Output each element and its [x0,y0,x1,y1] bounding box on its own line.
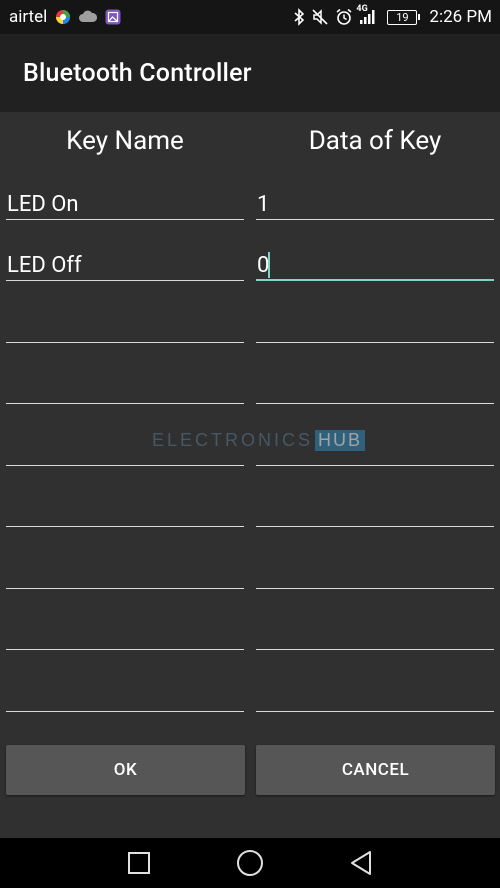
key-name-field[interactable] [6,620,245,650]
key-name-input[interactable] [6,560,245,588]
battery-icon: 19 [387,9,421,25]
key-data-field[interactable] [256,374,495,404]
back-triangle-icon[interactable] [341,843,381,883]
watermark-logo: ELECTRONICS HUB [152,430,366,451]
key-data-input[interactable] [256,683,495,711]
key-table: Key Name Data of Key LED On 1 LED Off 0 … [0,112,500,838]
key-name-input[interactable] [6,191,245,219]
battery-level: 19 [396,10,409,24]
key-data-input[interactable] [256,621,495,649]
cloud-icon [79,10,98,24]
key-name-field[interactable] [6,190,245,220]
mute-icon [311,8,329,26]
key-name-field[interactable] [6,374,245,404]
key-data-input[interactable] [256,375,495,403]
signal-icon: 4G [356,4,377,25]
key-data-field-focused[interactable] [256,251,495,281]
network-type-label: 4G [356,4,368,14]
text-cursor [268,252,270,278]
data-of-key-header: Data of Key [308,126,442,156]
key-name-field[interactable] [6,559,245,589]
key-name-input[interactable] [6,683,245,711]
alarm-icon [335,8,353,26]
key-name-header: Key Name [66,126,184,156]
key-data-field[interactable] [256,190,495,220]
gallery-icon [105,9,121,25]
key-data-field[interactable] [256,313,495,343]
app-title: Bluetooth Controller [23,58,252,88]
clock: 2:26 PM [429,7,492,27]
key-data-input[interactable] [256,314,495,342]
key-name-field[interactable] [6,682,245,712]
watermark-electronics: ELECTRONICS [152,430,314,450]
key-data-input[interactable] [256,252,495,280]
navigation-bar [0,838,500,888]
ok-button[interactable]: OK [6,745,245,795]
key-name-field[interactable] [6,251,245,281]
colorwheel-icon [55,9,71,25]
carrier-label: airtel [9,7,48,27]
app-bar: Bluetooth Controller [0,34,500,112]
bluetooth-icon [293,8,305,26]
key-name-field[interactable] [6,497,245,527]
key-data-field[interactable] [256,682,495,712]
home-circle-icon[interactable] [230,843,270,883]
cancel-button[interactable]: CANCEL [256,745,495,795]
recents-square-icon[interactable] [119,843,159,883]
key-name-input[interactable] [6,498,245,526]
key-name-input[interactable] [6,621,245,649]
key-name-input[interactable] [6,314,245,342]
key-name-field[interactable] [6,313,245,343]
key-name-input[interactable] [6,375,245,403]
key-data-field[interactable] [256,559,495,589]
key-name-input[interactable] [6,252,245,280]
key-data-field[interactable] [256,620,495,650]
key-data-input[interactable] [256,498,495,526]
key-data-input[interactable] [256,191,495,219]
key-data-input[interactable] [256,560,495,588]
status-bar: airtel 4G 19 2:26 PM [0,0,500,34]
key-data-field[interactable] [256,497,495,527]
watermark-hub: HUB [315,430,366,451]
